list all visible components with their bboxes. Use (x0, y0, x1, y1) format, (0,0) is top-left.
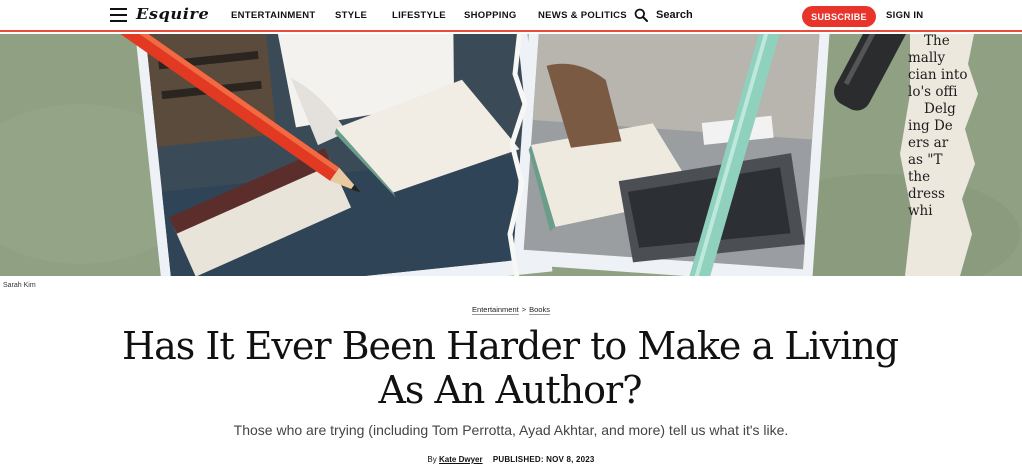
author-link[interactable]: Kate Dwyer (439, 455, 483, 464)
breadcrumb-entertainment[interactable]: Entertainment (472, 305, 519, 315)
clipping-line: ing De (908, 118, 953, 134)
byline: By Kate Dwyer PUBLISHED: NOV 8, 2023 (0, 455, 1022, 464)
search-label: Search (656, 9, 693, 21)
nav-entertainment[interactable]: ENTERTAINMENT (231, 10, 315, 21)
clipping-line: ers ar (908, 135, 949, 151)
article-dek: Those who are trying (including Tom Perr… (233, 422, 789, 438)
clipping-line: mally (908, 50, 946, 66)
right-photo (512, 34, 831, 276)
newspaper-clipping: The mally cian into lo's offi Delg ing D… (908, 34, 972, 220)
byline-prefix: By (427, 455, 437, 464)
breadcrumb-books[interactable]: Books (529, 305, 550, 315)
clipping-line: lo's offi (908, 84, 958, 100)
subscribe-button[interactable]: SUBSCRIBE (802, 6, 876, 27)
breadcrumb-separator: > (521, 305, 527, 314)
image-credit: Sarah Kim (3, 282, 36, 289)
publish-date: PUBLISHED: NOV 8, 2023 (492, 455, 595, 464)
clipping-line: the (908, 169, 931, 185)
search-button[interactable]: Search (634, 8, 693, 22)
article-headline: Has It Ever Been Harder to Make a Living… (121, 324, 899, 412)
nav-news-politics[interactable]: NEWS & POLITICS (538, 10, 627, 21)
esquire-logo[interactable]: Esquire (136, 5, 209, 23)
clipping-line: dress (908, 186, 945, 202)
clipping-line: Delg (924, 101, 956, 117)
sign-in-link[interactable]: SIGN IN (886, 10, 923, 21)
nav-lifestyle[interactable]: LIFESTYLE (392, 10, 446, 21)
clipping-line: whi (908, 203, 933, 219)
top-nav: Esquire ENTERTAINMENT STYLE LIFESTYLE SH… (0, 0, 1022, 32)
nav-style[interactable]: STYLE (335, 10, 367, 21)
breadcrumb: Entertainment > Books (0, 305, 1022, 315)
clipping-line: as "T (908, 152, 943, 168)
clipping-line: cian into (908, 67, 968, 83)
search-icon (634, 8, 648, 22)
hero-image: The mally cian into lo's offi Delg ing D… (0, 34, 1022, 276)
nav-shopping[interactable]: SHOPPING (464, 10, 517, 21)
clipping-line: The (924, 34, 950, 49)
menu-icon[interactable] (110, 8, 127, 23)
hero-collage (0, 34, 1022, 276)
